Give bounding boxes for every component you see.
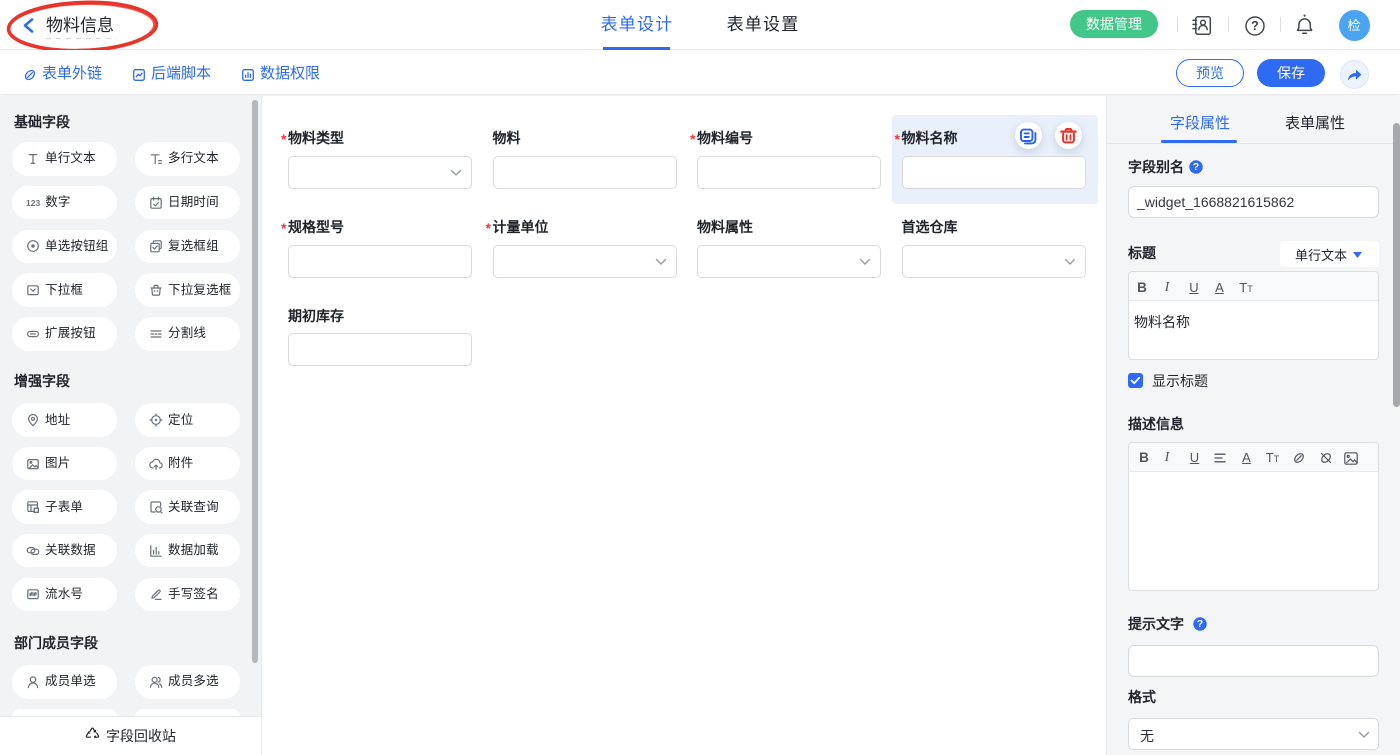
svg-text:?: ? xyxy=(1251,19,1259,33)
svg-text:?: ? xyxy=(1193,161,1199,173)
svg-text:?: ? xyxy=(1197,618,1203,630)
